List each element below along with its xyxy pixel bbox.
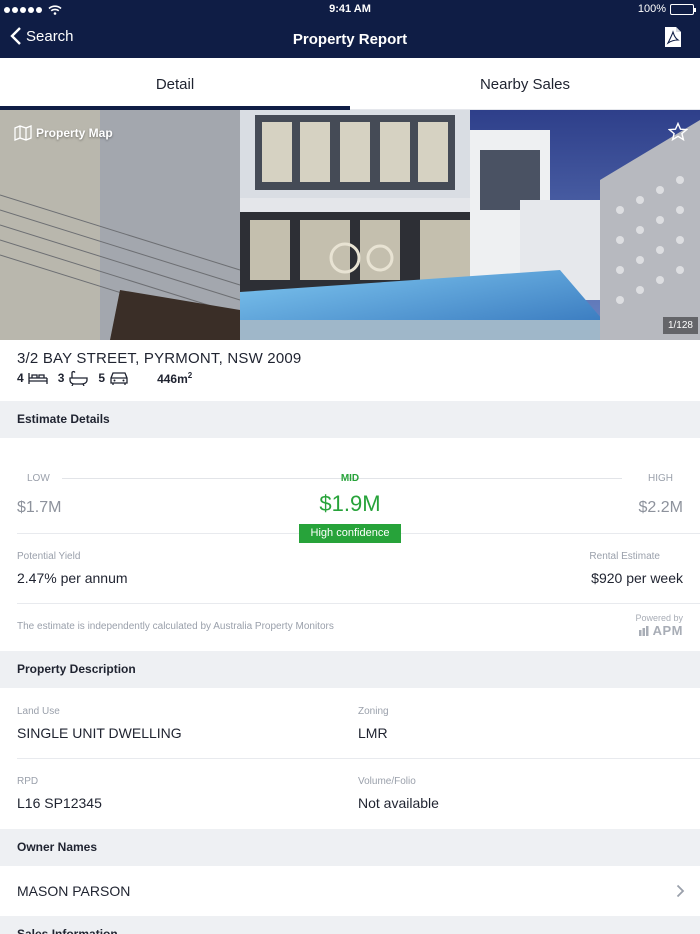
yield-divider [17, 603, 700, 604]
zoning-label: Zoning [358, 706, 389, 717]
nav-bar: Search Property Report [0, 20, 700, 58]
rental-label: Rental Estimate [589, 551, 660, 562]
status-time: 9:41 AM [329, 3, 371, 15]
status-bar: 9:41 AM 100% [0, 0, 700, 20]
description-divider [17, 758, 700, 759]
high-value: $2.2M [638, 499, 683, 516]
confidence-badge: High confidence [299, 524, 401, 543]
property-map-label: Property Map [36, 126, 113, 140]
property-map-button[interactable]: Property Map [14, 125, 113, 141]
high-label: HIGH [648, 473, 673, 484]
rental-value: $920 per week [591, 570, 683, 586]
property-features: 4 3 5 446m2 [17, 370, 192, 386]
car-count: 5 [98, 371, 106, 385]
land-use-label: Land Use [17, 706, 60, 717]
back-button[interactable]: Search [10, 27, 74, 45]
rpd-value: L16 SP12345 [17, 795, 102, 811]
estimate-section-header: Estimate Details [0, 401, 700, 438]
mid-value: $1.9M [319, 491, 381, 516]
car-icon [110, 372, 128, 385]
tab-nearby-sales[interactable]: Nearby Sales [350, 58, 700, 109]
land-area: 446m2 [157, 371, 192, 386]
segment-tabs: Detail Nearby Sales [0, 58, 700, 110]
bath-icon [69, 370, 89, 386]
apm-logo: Powered by APM [635, 613, 683, 638]
zoning-value: LMR [358, 725, 388, 741]
chevron-right-icon [676, 884, 685, 898]
star-favorite-icon[interactable] [668, 122, 688, 142]
property-address: 3/2 BAY STREET, PYRMONT, NSW 2009 [17, 350, 302, 367]
owner-name: MASON PARSON [17, 883, 131, 899]
chevron-left-icon [10, 27, 21, 45]
land-area-unit: 2 [187, 370, 193, 380]
house-photo-image [0, 110, 700, 340]
volume-folio-value: Not available [358, 795, 439, 811]
photo-counter: 1/128 [662, 317, 698, 334]
bed-count: 4 [17, 371, 24, 385]
tab-detail[interactable]: Detail [0, 58, 350, 110]
back-label: Search [26, 27, 74, 45]
apm-brand: APM [652, 623, 683, 638]
bed-icon [28, 373, 48, 384]
land-area-value: 446m [157, 371, 188, 386]
land-use-value: SINGLE UNIT DWELLING [17, 725, 182, 741]
yield-label: Potential Yield [17, 551, 81, 562]
bath-count: 3 [57, 371, 65, 385]
battery-percent: 100% [637, 3, 666, 15]
powered-by-label: Powered by [635, 613, 683, 623]
description-section-header: Property Description [0, 651, 700, 688]
volume-folio-label: Volume/Folio [358, 776, 416, 787]
rpd-label: RPD [17, 776, 39, 787]
pdf-export-icon[interactable] [664, 26, 682, 48]
property-photo[interactable]: Property Map 1/128 [0, 110, 700, 340]
sales-section-header: Sales Information [0, 916, 700, 934]
mid-label: MID [340, 473, 360, 484]
map-icon [14, 125, 32, 141]
battery-indicator: 100% [637, 3, 696, 15]
owner-section-header: Owner Names [0, 829, 700, 866]
owner-row[interactable]: MASON PARSON [0, 866, 700, 916]
apm-bars-icon [638, 626, 649, 636]
estimate-disclaimer: The estimate is independently calculated… [17, 621, 334, 632]
yield-value: 2.47% per annum [17, 570, 128, 586]
page-title: Property Report [292, 31, 408, 48]
top-bar: 9:41 AM 100% Search Property Report [0, 0, 700, 58]
battery-icon [670, 3, 696, 15]
